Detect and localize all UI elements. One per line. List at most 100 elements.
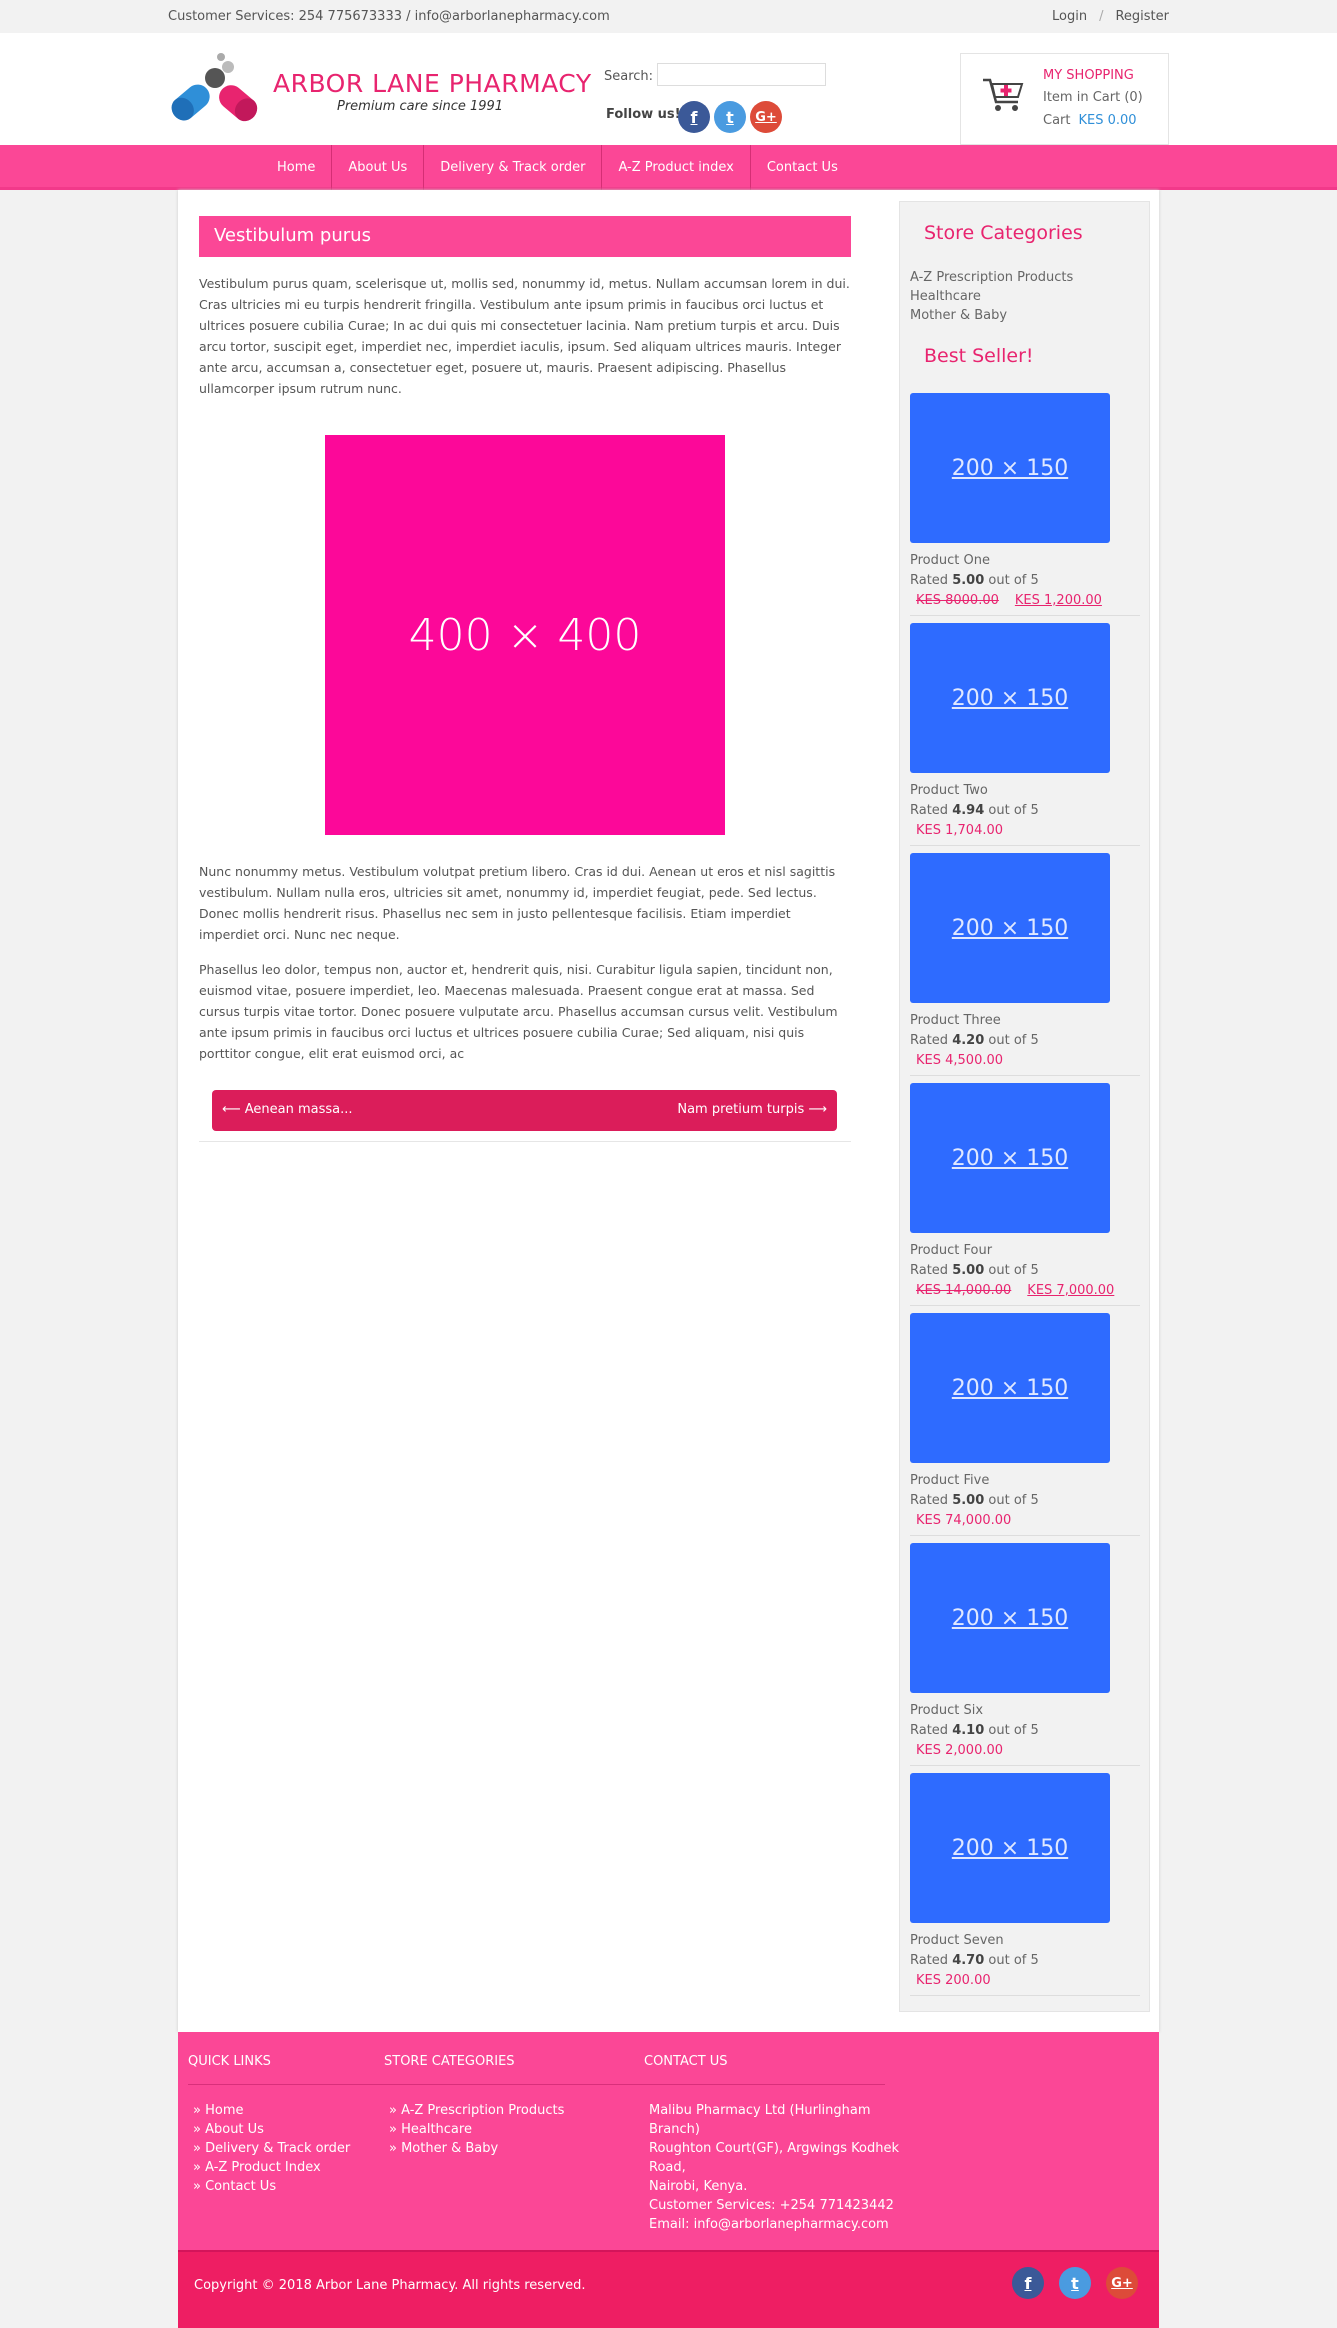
product-thumbnail[interactable]: 200 × 150 [910,393,1110,543]
product-rating: Rated 5.00 out of 5 [910,1493,1039,1508]
nav-a-z-product-index[interactable]: A-Z Product index [602,145,751,190]
facebook-icon[interactable]: f [678,101,710,133]
cart-total-row: Cart KES 0.00 [1043,113,1137,128]
contact-line-company: Malibu Pharmacy Ltd (Hurlingham Branch) [649,2103,871,2137]
product-thumbnail[interactable]: 200 × 150 [910,1543,1110,1693]
rating-score: 4.10 [952,1723,985,1738]
rating-out-of: out of 5 [988,1493,1039,1508]
product-rating: Rated 5.00 out of 5 [910,573,1039,588]
twitter-glyph: t [1071,2273,1079,2293]
twitter-icon[interactable]: t [1059,2267,1091,2299]
footer-contact-heading: CONTACT US [644,2054,728,2069]
price: KES 4,500.00 [916,1053,1004,1068]
body-paragraph-2: Nunc nonummy metus. Vestibulum volutpat … [199,864,836,942]
contact-line-email[interactable]: Email: info@arborlanepharmacy.com [649,2215,899,2234]
rating-score: 4.94 [952,803,985,818]
search-input[interactable] [657,63,826,86]
brand-name[interactable]: ARBOR LANE PHARMACY [273,69,592,98]
login-link[interactable]: Login [1052,9,1087,24]
rating-score: 5.00 [952,1493,985,1508]
rating-out-of: out of 5 [988,1723,1039,1738]
pill-logo-icon[interactable] [168,51,264,131]
my-shopping-title[interactable]: MY SHOPPING [1043,68,1134,83]
footer-link-about-us[interactable]: About Us [193,2120,350,2139]
google-plus-glyph: G+ [755,109,777,125]
footer-store-categories: A-Z Prescription Products Healthcare Mot… [389,2101,564,2158]
product-name[interactable]: Product One [910,553,990,568]
product-divider [910,1765,1140,1766]
product-card: 200 × 150 Product One Rated 5.00 out of … [900,393,1140,623]
nav-delivery-track-order[interactable]: Delivery & Track order [424,145,603,190]
footer-category-prescription[interactable]: A-Z Prescription Products [389,2101,564,2120]
footer-link-contact-us[interactable]: Contact Us [193,2177,350,2196]
product-rating: Rated 4.94 out of 5 [910,803,1039,818]
price: KES 200.00 [916,1973,991,1988]
product-name[interactable]: Product Seven [910,1933,1004,1948]
product-card: 200 × 150 Product Five Rated 5.00 out of… [900,1313,1140,1543]
page-title: Vestibulum purus [199,216,851,257]
page-container: Vestibulum purus Vestibulum purus quam, … [178,190,1159,2032]
rating-out-of: out of 5 [988,803,1039,818]
product-name[interactable]: Product Six [910,1703,983,1718]
nav-contact-us[interactable]: Contact Us [751,145,854,190]
rated-label: Rated [910,1033,949,1048]
product-name[interactable]: Product Five [910,1473,989,1488]
rating-score: 4.70 [952,1953,985,1968]
sidebar-category-healthcare[interactable]: Healthcare [910,289,981,304]
product-divider [910,1305,1140,1306]
cart-box[interactable]: MY SHOPPING Item in Cart (0) Cart KES 0.0… [960,53,1169,145]
google-plus-icon[interactable]: G+ [1106,2267,1138,2299]
product-name[interactable]: Product Four [910,1243,992,1258]
product-rating: Rated 4.10 out of 5 [910,1723,1039,1738]
body-paragraph-1: Vestibulum purus quam, scelerisque ut, m… [199,276,850,396]
nav-home[interactable]: Home [261,145,333,190]
facebook-icon[interactable]: f [1012,2267,1044,2299]
product-thumbnail[interactable]: 200 × 150 [910,853,1110,1003]
rated-label: Rated [910,1263,949,1278]
footer-quick-links: Home About Us Delivery & Track order A-Z… [193,2101,350,2196]
product-thumbnail[interactable]: 200 × 150 [910,1083,1110,1233]
rating-out-of: out of 5 [988,1033,1039,1048]
top-bar: Customer Services: 254 775673333 / info@… [0,0,1337,33]
product-prices: KES 2,000.00 [916,1743,1003,1758]
product-rating: Rated 4.20 out of 5 [910,1033,1039,1048]
google-plus-icon[interactable]: G+ [750,101,782,133]
price: KES 2,000.00 [916,1743,1004,1758]
auth-separator: / [1099,9,1104,24]
sidebar-category-prescription[interactable]: A-Z Prescription Products [910,270,1073,285]
product-prices: KES 1,704.00 [916,823,1003,838]
post-navigation: ⟵ Aenean massa... Nam pretium turpis ⟶ [212,1090,837,1131]
next-post-link[interactable]: Nam pretium turpis ⟶ [677,1102,827,1117]
main-nav: Home About Us Delivery & Track order A-Z… [261,145,854,190]
footer-category-mother-baby[interactable]: Mother & Baby [389,2139,564,2158]
contact-line-phone: Customer Services: +254 771423442 [649,2198,894,2213]
product-thumbnail[interactable]: 200 × 150 [910,1773,1110,1923]
register-link[interactable]: Register [1115,9,1169,24]
twitter-icon[interactable]: t [714,101,746,133]
facebook-glyph: f [690,107,698,127]
sale-price: KES 1,200.00 [1014,593,1102,608]
rated-label: Rated [910,1723,949,1738]
product-thumbnail[interactable]: 200 × 150 [910,623,1110,773]
footer-contact-info: Malibu Pharmacy Ltd (Hurlingham Branch) … [649,2101,899,2234]
footer-link-home[interactable]: Home [193,2101,350,2120]
twitter-glyph: t [726,107,734,127]
product-divider [910,615,1140,616]
product-name[interactable]: Product Three [910,1013,1001,1028]
product-rating: Rated 5.00 out of 5 [910,1263,1039,1278]
footer-store-categories-heading: STORE CATEGORIES [384,2054,515,2069]
nav-about-us[interactable]: About Us [332,145,425,190]
price: KES 74,000.00 [916,1513,1012,1528]
product-card: 200 × 150 Product Seven Rated 4.70 out o… [900,1773,1140,2003]
footer-link-product-index[interactable]: A-Z Product Index [193,2158,350,2177]
content-divider [199,1141,851,1142]
product-prices: KES 200.00 [916,1973,991,1988]
product-divider [910,1075,1140,1076]
cart-item-count: Item in Cart (0) [1043,90,1143,105]
product-thumbnail[interactable]: 200 × 150 [910,1313,1110,1463]
footer-link-delivery[interactable]: Delivery & Track order [193,2139,350,2158]
footer-category-healthcare[interactable]: Healthcare [389,2120,564,2139]
sidebar-category-mother-baby[interactable]: Mother & Baby [910,308,1007,323]
previous-post-link[interactable]: ⟵ Aenean massa... [222,1102,353,1117]
product-name[interactable]: Product Two [910,783,988,798]
